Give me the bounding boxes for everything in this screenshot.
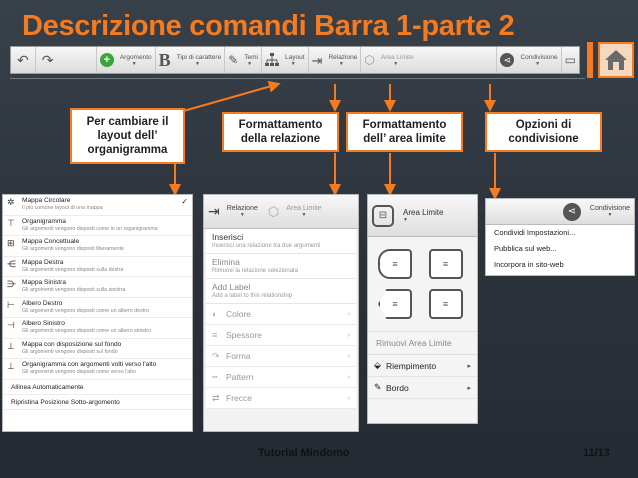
embed-site-item[interactable]: Incorpora in sito-web	[486, 257, 634, 273]
align-auto-item[interactable]: Allinea Automaticamente	[3, 380, 192, 395]
relation-dropdown: Inserisci Inserisci una relazione tra du…	[206, 229, 356, 409]
callout-area-limite: Formattamento dell’ area limite	[346, 112, 463, 152]
area-limite-menu: ⊟ Area Limite ▼ ≡ ≡ ≡ ≡ Rimuovi Area Limi…	[367, 194, 478, 424]
area-toolbar: ⊟ Area Limite ▼	[368, 195, 477, 237]
left-map-icon: ⋺	[7, 279, 16, 289]
concept-map-icon: ⊞	[7, 238, 15, 248]
right-map-icon: ⋲	[7, 258, 16, 269]
chevron-down-icon: ▼	[301, 212, 307, 218]
pattern-submenu[interactable]: ┅ Pattern ›	[206, 367, 356, 388]
bottom-map-icon: ⊥	[7, 340, 15, 351]
layout-item-circular[interactable]: ✲ Mappa Circolare Il più comune layout di…	[3, 195, 192, 216]
footer-tutorial: Tutorial Mindomo	[258, 447, 350, 459]
thickness-submenu[interactable]: ≡ Spessore ›	[206, 325, 356, 346]
page-number: 11/13	[583, 447, 610, 459]
arrows-icon: ⇄	[212, 392, 220, 403]
dashed-line-icon: ┅	[212, 371, 218, 382]
chevron-right-icon: ▸	[467, 384, 471, 392]
shape-submenu[interactable]: ↷ Forma ›	[206, 346, 356, 367]
pencil-icon: ✎	[374, 382, 382, 392]
relation-menu: ⇥ Relazione ▼ ⬡ Area Limite ▼ Inserisci In…	[203, 194, 359, 432]
share-toolbar: ⋖ Condivisione ▼	[486, 199, 634, 225]
layout-item-upward-org[interactable]: ⊥ Organigramma con argomenti volti verso…	[3, 359, 192, 380]
chevron-right-icon: ›	[347, 352, 350, 360]
left-tree-icon: ⊣	[7, 320, 15, 330]
layout-item-right-map[interactable]: ⋲ Mappa Destra Gli argomenti vengono disp…	[3, 257, 192, 277]
layout-menu: ✲ Mappa Circolare Il più comune layout di…	[2, 194, 193, 432]
fill-submenu[interactable]: ⬙ Riempimento ▸	[368, 355, 477, 377]
check-icon: ✓	[181, 197, 188, 206]
boundary-shape-grid: ≡ ≡ ≡ ≡	[368, 237, 477, 331]
delete-relation-item[interactable]: Elimina Rimuovi la relazione selezionata	[206, 254, 356, 279]
color-submenu[interactable]: ◐ Colore ›	[206, 304, 356, 325]
boundary-shape-pointed[interactable]: ≡	[378, 289, 412, 319]
reset-position-item[interactable]: Ripristina Posizione Sotto-argomento	[3, 395, 192, 410]
layout-item-left-tree[interactable]: ⊣ Albero Sinistro Gli argomenti vengono d…	[3, 318, 192, 339]
layout-item-bottom-map[interactable]: ⊥ Mappa con disposizione sul fondo Gli ar…	[3, 339, 192, 359]
boundary-icon[interactable]: ⊟	[372, 204, 394, 227]
publish-web-item[interactable]: Pubblica sul web...	[486, 241, 634, 257]
layout-item-left-map[interactable]: ⋺ Mappa Sinistra Gli argomenti vengono di…	[3, 277, 192, 298]
chevron-right-icon: ▸	[467, 362, 471, 370]
boundary-shape-rounded-left[interactable]: ≡	[378, 249, 412, 279]
circular-map-icon: ✲	[7, 197, 15, 207]
boundary-icon: ⬡	[267, 203, 280, 219]
callout-condivisione: Opzioni di condivisione	[485, 112, 602, 152]
upward-org-icon: ⊥	[7, 361, 15, 371]
share-settings-item[interactable]: Condividi Impostazioni...	[486, 225, 634, 241]
chevron-down-icon: ▼	[239, 212, 245, 218]
share-menu: ⋖ Condivisione ▼ Condividi Impostazioni..…	[485, 198, 635, 276]
remove-boundary-item[interactable]: Rimuovi Area Limite	[368, 331, 477, 355]
callout-relazione: Formattamento della relazione	[222, 112, 339, 152]
callout-layout: Per cambiare il layout dell’ organigramm…	[70, 108, 185, 164]
share-icon[interactable]: ⋖	[562, 202, 581, 221]
layout-item-org[interactable]: ⊤ Organigramma Gli argomenti vengono disp…	[3, 216, 192, 236]
add-label-item[interactable]: Add Label Add a label to this relationsh…	[206, 279, 356, 304]
insert-relation-item[interactable]: Inserisci Inserisci una relazione tra du…	[206, 229, 356, 254]
right-tree-icon: ⊢	[7, 299, 15, 310]
border-submenu[interactable]: ✎ Bordo ▸	[368, 377, 477, 399]
boundary-shape-rectangle[interactable]: ≡	[428, 249, 463, 279]
chevron-down-icon: ▼	[607, 212, 613, 218]
curve-icon: ↷	[212, 350, 220, 361]
boundary-shape-square[interactable]: ≡	[428, 289, 463, 319]
layout-item-concept[interactable]: ⊞ Mappa Concettuale Gli argomenti vengono…	[3, 236, 192, 257]
chevron-right-icon: ›	[347, 394, 350, 402]
chevron-right-icon: ›	[347, 331, 350, 339]
relation-icon: ⇥	[208, 203, 220, 219]
palette-icon: ◐	[212, 309, 218, 319]
arrows-submenu[interactable]: ⇄ Frecce ›	[206, 388, 356, 409]
relation-toolbar: ⇥ Relazione ▼ ⬡ Area Limite ▼	[204, 195, 358, 229]
layout-item-right-tree[interactable]: ⊢ Albero Destro Gli argomenti vengono dis…	[3, 298, 192, 318]
org-chart-icon: ⊤	[7, 217, 15, 228]
thickness-icon: ≡	[212, 330, 218, 340]
chevron-right-icon: ›	[347, 373, 350, 381]
chevron-right-icon: ›	[347, 310, 350, 318]
fill-bucket-icon: ⬙	[374, 360, 381, 370]
chevron-down-icon: ▼	[403, 217, 408, 223]
